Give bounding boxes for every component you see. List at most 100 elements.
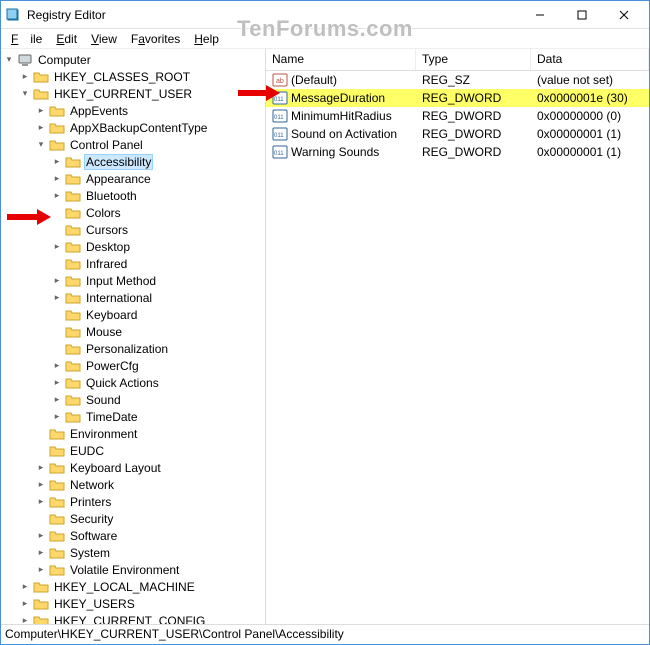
tree-node-intl[interactable]: ▸International [51, 289, 265, 306]
value-data: 0x0000001e (30) [531, 90, 649, 106]
tree-node-pers[interactable]: Personalization [51, 340, 265, 357]
chevron-right-icon[interactable]: ▸ [19, 598, 31, 610]
tree-node-pwr[interactable]: ▸PowerCfg [51, 357, 265, 374]
chevron-right-icon[interactable]: ▸ [51, 156, 63, 168]
folder-icon [49, 104, 65, 118]
column-header-name[interactable]: Name [266, 49, 416, 70]
column-header-data[interactable]: Data [531, 49, 649, 70]
tree-label: Keyboard [84, 308, 139, 322]
folder-icon [65, 223, 81, 237]
list-row[interactable]: ab(Default)REG_SZ(value not set) [266, 71, 649, 89]
list-row[interactable]: 011Sound on ActivationREG_DWORD0x0000000… [266, 125, 649, 143]
tree-node-input[interactable]: ▸Input Method [51, 272, 265, 289]
value-type: REG_DWORD [416, 144, 531, 160]
list-row[interactable]: 011MinimumHitRadiusREG_DWORD0x00000000 (… [266, 107, 649, 125]
value-type: REG_DWORD [416, 108, 531, 124]
chevron-down-icon[interactable]: ▾ [19, 88, 31, 100]
tree-node-hku[interactable]: ▸HKEY_USERS [19, 595, 265, 612]
titlebar: Registry Editor [1, 1, 649, 29]
chevron-right-icon[interactable]: ▸ [51, 411, 63, 423]
chevron-right-icon[interactable]: ▸ [51, 190, 63, 202]
tree-node-sound[interactable]: ▸ Sound [51, 391, 265, 408]
minimize-button[interactable] [519, 1, 561, 29]
chevron-right-icon[interactable]: ▸ [51, 377, 63, 389]
tree-label: AppEvents [68, 104, 130, 118]
menu-file[interactable]: File [5, 31, 48, 47]
chevron-right-icon[interactable]: ▸ [51, 173, 63, 185]
chevron-right-icon[interactable]: ▸ [19, 581, 31, 593]
tree-label: Printers [68, 495, 113, 509]
tree-node-cp[interactable]: ▾Control Panel [35, 136, 265, 153]
folder-icon [33, 580, 49, 594]
tree-node-hkcu[interactable]: ▾ HKEY_CURRENT_USER [19, 85, 265, 102]
chevron-down-icon[interactable]: ▾ [3, 54, 15, 66]
folder-icon [49, 563, 65, 577]
tree-node-mouse[interactable]: Mouse [51, 323, 265, 340]
tree-node-sec[interactable]: Security [35, 510, 265, 527]
tree-label: Network [68, 478, 116, 492]
tree-node-access[interactable]: ▸Accessibility [51, 153, 265, 170]
list-row[interactable]: 011Warning SoundsREG_DWORD0x00000001 (1) [266, 143, 649, 161]
maximize-button[interactable] [561, 1, 603, 29]
menu-favorites[interactable]: Favorites [125, 31, 186, 47]
value-data: (value not set) [531, 72, 649, 88]
tree-node-infra[interactable]: Infrared [51, 255, 265, 272]
tree-node-appevents[interactable]: ▸ AppEvents [35, 102, 265, 119]
tree-node-sys[interactable]: ▸System [35, 544, 265, 561]
chevron-right-icon[interactable]: ▸ [35, 547, 47, 559]
column-header-type[interactable]: Type [416, 49, 531, 70]
chevron-right-icon[interactable]: ▸ [51, 292, 63, 304]
tree-node-keyb[interactable]: Keyboard [51, 306, 265, 323]
tree-node-qa[interactable]: ▸Quick Actions [51, 374, 265, 391]
folder-icon [65, 376, 81, 390]
tree-node-net[interactable]: ▸ Network [35, 476, 265, 493]
tree-node-td[interactable]: ▸TimeDate [51, 408, 265, 425]
tree-node-appear[interactable]: ▸Appearance [51, 170, 265, 187]
list-row[interactable]: 011MessageDurationREG_DWORD0x0000001e (3… [266, 89, 649, 107]
tree-node-kbl[interactable]: ▸Keyboard Layout [35, 459, 265, 476]
chevron-right-icon[interactable]: ▸ [51, 275, 63, 287]
chevron-right-icon[interactable]: ▸ [19, 615, 31, 625]
menu-edit[interactable]: Edit [50, 31, 83, 47]
tree-node-eudc[interactable]: EUDC [35, 442, 265, 459]
chevron-right-icon[interactable]: ▸ [35, 564, 47, 576]
chevron-right-icon[interactable]: ▸ [51, 360, 63, 372]
tree-node-sw[interactable]: ▸Software [35, 527, 265, 544]
chevron-right-icon[interactable]: ▸ [35, 105, 47, 117]
tree-node-prn[interactable]: ▸ Printers [35, 493, 265, 510]
tree-node-cursors[interactable]: Cursors [51, 221, 265, 238]
menu-view[interactable]: View [85, 31, 123, 47]
chevron-right-icon[interactable]: ▸ [51, 241, 63, 253]
chevron-right-icon[interactable]: ▸ [35, 122, 47, 134]
chevron-right-icon[interactable]: ▸ [35, 496, 47, 508]
tree-label: Sound [84, 393, 123, 407]
chevron-right-icon[interactable]: ▸ [35, 530, 47, 542]
tree-node-hkcc[interactable]: ▸ HKEY_CURRENT_CONFIG [19, 612, 265, 624]
tree-node-env[interactable]: Environment [35, 425, 265, 442]
string-value-icon: ab [272, 72, 288, 88]
chevron-right-icon[interactable]: ▸ [35, 479, 47, 491]
tree-node-desktop[interactable]: ▸Desktop [51, 238, 265, 255]
tree-pane[interactable]: ▾ Computer ▸ HKEY_CLASSES_ROOT [1, 49, 266, 624]
tree-node-hklm[interactable]: ▸HKEY_LOCAL_MACHINE [19, 578, 265, 595]
registry-editor-window: Registry Editor File Edit View Favorites… [0, 0, 650, 645]
list-pane[interactable]: Name Type Data ab(Default)REG_SZ(value n… [266, 49, 649, 624]
tree-node-vol[interactable]: ▸Volatile Environment [35, 561, 265, 578]
value-name: MessageDuration [291, 91, 385, 105]
tree-node-hkcr[interactable]: ▸ HKEY_CLASSES_ROOT [19, 68, 265, 85]
folder-icon [65, 410, 81, 424]
menu-help[interactable]: Help [188, 31, 225, 47]
folder-icon [49, 121, 65, 135]
tree-node-computer[interactable]: ▾ Computer [3, 51, 265, 68]
tree-node-colors[interactable]: Colors [51, 204, 265, 221]
tree-label: HKEY_CURRENT_CONFIG [52, 614, 207, 625]
chevron-right-icon[interactable]: ▸ [51, 394, 63, 406]
tree-node-appx[interactable]: ▸AppXBackupContentType [35, 119, 265, 136]
value-name: Sound on Activation [291, 127, 397, 141]
tree-node-bt[interactable]: ▸Bluetooth [51, 187, 265, 204]
close-button[interactable] [603, 1, 645, 29]
chevron-right-icon[interactable]: ▸ [19, 71, 31, 83]
chevron-down-icon[interactable]: ▾ [35, 139, 47, 151]
svg-text:ab: ab [276, 78, 284, 85]
chevron-right-icon[interactable]: ▸ [35, 462, 47, 474]
